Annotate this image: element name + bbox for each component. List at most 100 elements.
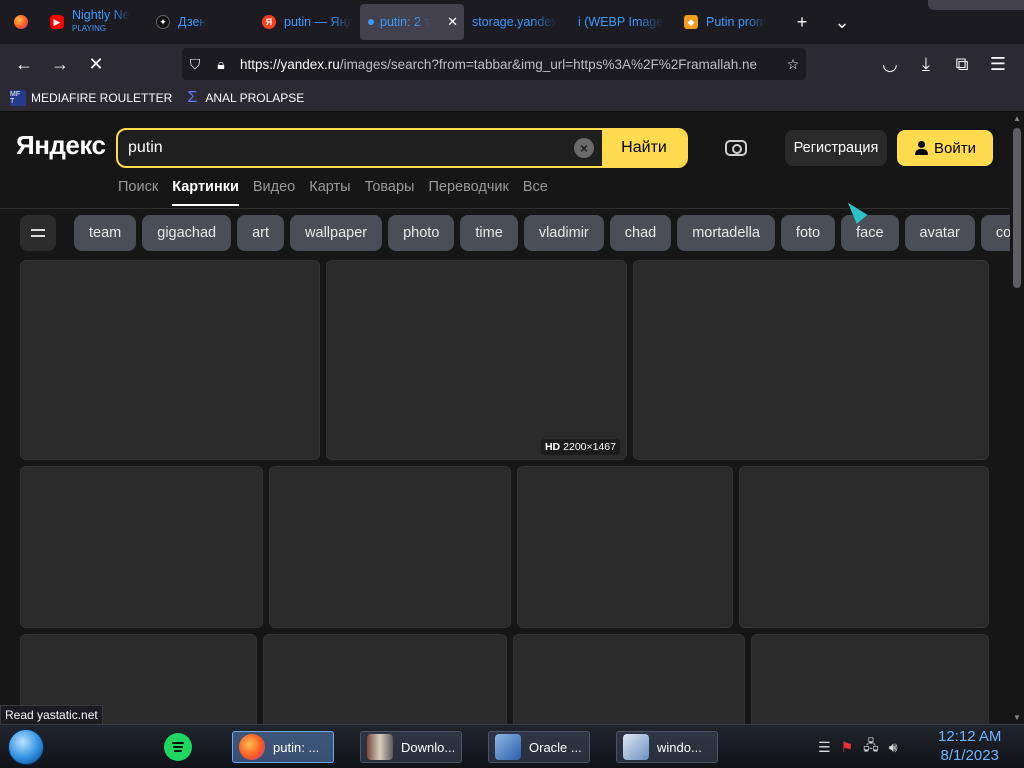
image-result[interactable]: [263, 634, 507, 724]
menu-icon[interactable]: ☰: [980, 48, 1016, 80]
service-translate[interactable]: Переводчик: [428, 178, 508, 206]
scroll-thumb[interactable]: [1013, 128, 1021, 288]
search-box: × Найти: [116, 128, 688, 168]
url-bar[interactable]: ⛉ 🔒︎ https://yandex.ru/images/search?fro…: [182, 48, 806, 80]
chip-co[interactable]: co: [980, 215, 1010, 251]
window-controls[interactable]: [928, 0, 1024, 10]
chip-gigachad[interactable]: gigachad: [142, 215, 232, 251]
taskbar-downloads[interactable]: Downlo...: [360, 731, 462, 763]
image-result[interactable]: [20, 466, 263, 628]
service-video[interactable]: Видео: [253, 178, 295, 206]
start-button[interactable]: [8, 729, 44, 765]
scroll-up-icon[interactable]: ▲: [1013, 114, 1021, 123]
service-market[interactable]: Товары: [365, 178, 415, 206]
filters-button[interactable]: [20, 215, 56, 251]
image-result[interactable]: [751, 634, 989, 724]
image-result[interactable]: [20, 260, 320, 460]
chip-time[interactable]: time: [460, 215, 518, 251]
action-center-flag-icon[interactable]: ⚑: [841, 739, 854, 756]
tab-strip: ▶ Nightly Ne PLAYING ✦ Дзен Я putin — Янд…: [0, 0, 1024, 44]
url-text[interactable]: https://yandex.ru/images/search?from=tab…: [234, 57, 780, 72]
extensions-icon[interactable]: ⧉: [944, 48, 980, 80]
search-input[interactable]: [118, 139, 574, 157]
bookmarks-bar: MF T MEDIAFIRE ROULETTER Σ ANAL PROLAPSE: [0, 84, 1024, 112]
image-result[interactable]: [269, 466, 511, 628]
loading-dot-icon: [368, 19, 374, 25]
service-maps[interactable]: Карты: [309, 178, 350, 206]
bookmark-second[interactable]: Σ ANAL PROLAPSE: [184, 88, 304, 106]
chip-team[interactable]: team: [74, 215, 137, 251]
firefox-icon: [239, 734, 265, 760]
tab-putin-active[interactable]: putin: 2 т ✕: [360, 4, 464, 40]
system-tray: ☰ ⚑ 🖧︎ 🔊︎: [818, 735, 908, 759]
new-tab-button[interactable]: +: [782, 0, 822, 44]
user-icon: [914, 141, 928, 155]
taskbar-windows[interactable]: windo...: [616, 731, 718, 763]
stop-loading-button[interactable]: ✕: [78, 48, 114, 80]
list-tabs-button[interactable]: ⌄: [822, 0, 862, 44]
chip-photo[interactable]: photo: [388, 215, 455, 251]
clear-search-icon[interactable]: ×: [574, 138, 594, 158]
spotify-icon[interactable]: [164, 733, 192, 761]
network-icon[interactable]: 🖧︎: [863, 735, 879, 759]
chip-face[interactable]: face: [841, 215, 899, 251]
mediafire-icon: MF T: [10, 89, 26, 106]
nav-toolbar: ← → ✕ ⛉ 🔒︎ https://yandex.ru/images/sear…: [0, 44, 1024, 84]
service-images[interactable]: Картинки: [172, 178, 239, 206]
status-text: Read yastatic.net: [0, 705, 103, 725]
chip-mortadella[interactable]: mortadella: [677, 215, 775, 251]
image-result[interactable]: HD 2200×1467: [326, 260, 627, 460]
tray-overflow-icon[interactable]: ☰: [818, 739, 831, 756]
downloads-icon: [367, 734, 393, 760]
close-tab-icon[interactable]: ✕: [447, 14, 458, 30]
image-result[interactable]: [517, 466, 733, 628]
shield-icon[interactable]: ⛉: [182, 56, 208, 73]
back-button[interactable]: ←: [6, 48, 42, 80]
pocket-icon[interactable]: ◡: [872, 48, 908, 80]
register-button[interactable]: Регистрация: [785, 130, 887, 166]
bookmark-mediafire[interactable]: MF T MEDIAFIRE ROULETTER: [10, 89, 172, 106]
pm-icon: ◆: [684, 15, 698, 29]
tab-putin-prom[interactable]: ◆ Putin prom: [676, 4, 782, 40]
chip-foto[interactable]: foto: [780, 215, 836, 251]
windows7-icon: [623, 734, 649, 760]
chip-vladimir[interactable]: vladimir: [523, 215, 604, 251]
dzen-icon: ✦: [156, 15, 170, 29]
tab-nightly[interactable]: ▶ Nightly Ne PLAYING: [42, 4, 148, 40]
tab-storage[interactable]: storage.yandex: [464, 4, 570, 40]
taskbar: putin: ... Downlo... Oracle ... windo...…: [0, 724, 1024, 768]
taskbar-firefox[interactable]: putin: ...: [232, 731, 334, 763]
youtube-icon: ▶: [50, 15, 64, 29]
search-button[interactable]: Найти: [602, 130, 686, 166]
virtualbox-icon: [495, 734, 521, 760]
forward-button[interactable]: →: [42, 48, 78, 80]
firefox-menu-icon[interactable]: [0, 0, 42, 44]
lock-icon[interactable]: 🔒︎: [208, 56, 234, 73]
services-nav: Поиск Картинки Видео Карты Товары Перево…: [118, 178, 562, 206]
image-result[interactable]: [739, 466, 989, 628]
chip-chad[interactable]: chad: [609, 215, 672, 251]
login-button[interactable]: Войти: [897, 130, 993, 166]
image-result[interactable]: [633, 260, 989, 460]
chip-avatar[interactable]: avatar: [904, 215, 975, 251]
tab-dzen[interactable]: ✦ Дзен: [148, 4, 254, 40]
tab-webp-image[interactable]: i (WEBP Image: [570, 4, 676, 40]
volume-icon[interactable]: 🔊︎: [889, 739, 898, 756]
chip-art[interactable]: art: [237, 215, 285, 251]
sigma-icon: Σ: [187, 88, 198, 106]
tab-putin-yandex[interactable]: Я putin — Янд: [254, 4, 360, 40]
image-result[interactable]: [513, 634, 745, 724]
yandex-logo[interactable]: Яндекс: [16, 130, 106, 161]
clock[interactable]: 12:12 AM 8/1/2023: [938, 727, 1001, 765]
page-scrollbar[interactable]: ▲ ▼: [1010, 112, 1024, 724]
page-content: Яндекс × Найти Регистрация Войти Поиск К…: [0, 112, 1010, 724]
camera-search-icon[interactable]: [722, 136, 750, 160]
service-search[interactable]: Поиск: [118, 178, 158, 206]
chip-wallpaper[interactable]: wallpaper: [290, 215, 383, 251]
download-icon[interactable]: ⤓: [908, 48, 944, 80]
scroll-down-icon[interactable]: ▼: [1013, 713, 1021, 722]
bookmark-star-icon[interactable]: ☆: [780, 56, 806, 73]
sliders-icon: [31, 227, 45, 239]
service-all[interactable]: Все: [523, 178, 548, 206]
taskbar-oracle[interactable]: Oracle ...: [488, 731, 590, 763]
